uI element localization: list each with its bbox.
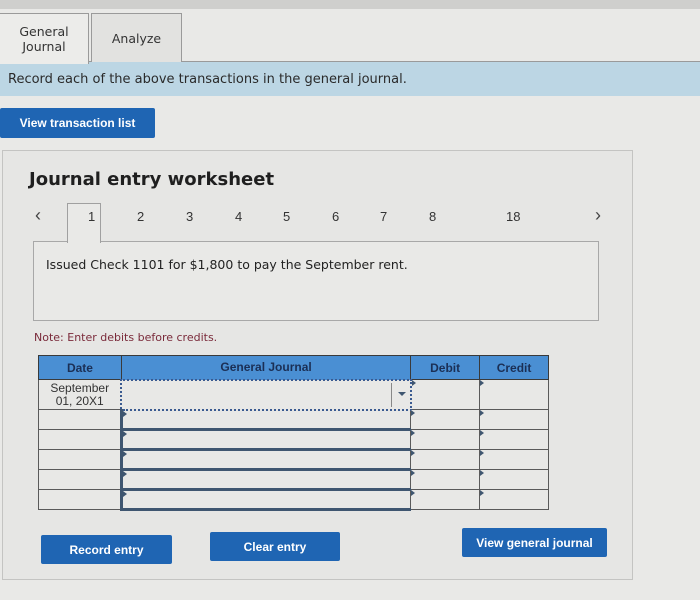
cell-marker-icon [122, 410, 127, 417]
entry-pager: ‹ 1 2 3 4 5 6 7 8 18 › [3, 203, 634, 243]
note-text: Note: Enter debits before credits. [34, 331, 218, 344]
dropdown-separator [390, 382, 392, 407]
cell-marker-icon [411, 490, 416, 496]
chevron-left-icon[interactable]: ‹ [35, 205, 41, 226]
instruction-banner: Record each of the above transactions in… [0, 62, 700, 96]
chevron-right-icon[interactable]: › [595, 205, 601, 226]
table-row [38, 429, 549, 451]
cell-marker-icon [480, 470, 485, 476]
view-general-journal-button[interactable]: View general journal [462, 528, 607, 557]
worksheet-title: Journal entry worksheet [29, 169, 275, 190]
table-row [38, 409, 549, 431]
journal-table: Date General Journal Debit Credit Septem… [38, 355, 549, 511]
debit-input[interactable] [410, 409, 481, 430]
clear-entry-button[interactable]: Clear entry [210, 532, 340, 561]
record-entry-button[interactable]: Record entry [41, 535, 172, 564]
page-tab-5[interactable]: 5 [283, 209, 290, 224]
cell-marker-icon [122, 451, 127, 457]
cell-marker-icon [411, 450, 416, 456]
cell-marker-icon [411, 380, 416, 386]
page-tab-1[interactable]: 1 [88, 209, 95, 224]
page-tab-8[interactable]: 8 [429, 209, 436, 224]
page-tab-18[interactable]: 18 [506, 209, 520, 224]
page-tab-3[interactable]: 3 [186, 209, 193, 224]
debit-input[interactable] [410, 489, 481, 510]
date-cell [38, 469, 122, 490]
cell-marker-icon [480, 410, 485, 416]
journal-header-row: Date General Journal Debit Credit [38, 355, 549, 380]
cell-marker-icon [480, 380, 485, 386]
view-transaction-list-button[interactable]: View transaction list [0, 108, 155, 138]
header-general-journal: General Journal [120, 355, 412, 380]
tab-general-journal-label: General Journal [19, 24, 69, 54]
cell-marker-icon [411, 470, 416, 476]
account-input[interactable] [119, 469, 412, 491]
header-date: Date [38, 355, 122, 380]
date-cell [38, 489, 122, 510]
page-tab-active[interactable] [67, 203, 101, 243]
table-row [38, 449, 549, 471]
table-row: September 01, 20X1 [38, 378, 549, 411]
tab-analyze[interactable]: Analyze [91, 13, 182, 63]
credit-input[interactable] [479, 469, 549, 490]
date-line-2: 01, 20X1 [55, 393, 104, 408]
cell-marker-icon [411, 430, 416, 436]
date-cell [38, 429, 122, 450]
account-input[interactable] [119, 409, 412, 431]
tab-bar: General Journal Analyze [0, 9, 700, 64]
cell-marker-icon [122, 431, 127, 437]
cell-marker-icon [480, 490, 485, 496]
table-row [38, 469, 549, 491]
credit-input[interactable] [479, 449, 549, 470]
cell-marker-icon [122, 491, 127, 497]
credit-input[interactable] [479, 379, 549, 410]
page-tab-2[interactable]: 2 [137, 209, 144, 224]
cell-marker-icon [480, 430, 485, 436]
cell-marker-icon [411, 410, 416, 416]
page-tab-7[interactable]: 7 [380, 209, 387, 224]
account-select[interactable] [120, 378, 412, 411]
page-tab-6[interactable]: 6 [332, 209, 339, 224]
date-cell [38, 449, 122, 470]
instruction-text: Record each of the above transactions in… [8, 71, 407, 87]
header-debit: Debit [410, 355, 481, 380]
debit-input[interactable] [410, 429, 481, 450]
transaction-description-box: Issued Check 1101 for $1,800 to pay the … [33, 241, 599, 321]
debit-input[interactable] [410, 379, 481, 410]
top-strip [0, 0, 700, 9]
date-cell: September 01, 20X1 [38, 379, 122, 410]
transaction-description: Issued Check 1101 for $1,800 to pay the … [46, 257, 408, 272]
header-credit: Credit [479, 355, 549, 380]
date-line-1: September [50, 380, 110, 395]
tab-general-journal[interactable]: General Journal [0, 13, 89, 64]
credit-input[interactable] [479, 409, 549, 430]
tab-analyze-label: Analyze [111, 31, 162, 46]
page-tab-4[interactable]: 4 [235, 209, 242, 224]
cell-marker-icon [122, 471, 127, 477]
date-cell [38, 409, 122, 430]
dropdown-arrow-icon[interactable] [397, 391, 406, 396]
debit-input[interactable] [410, 449, 481, 470]
debit-input[interactable] [410, 469, 481, 490]
credit-input[interactable] [479, 489, 549, 510]
account-input[interactable] [119, 449, 412, 471]
cell-marker-icon [480, 450, 485, 456]
account-input[interactable] [119, 429, 412, 451]
credit-input[interactable] [479, 429, 549, 450]
account-input[interactable] [119, 489, 412, 511]
table-row [38, 489, 549, 511]
journal-entry-worksheet: Journal entry worksheet ‹ 1 2 3 4 5 6 7 … [2, 150, 633, 580]
